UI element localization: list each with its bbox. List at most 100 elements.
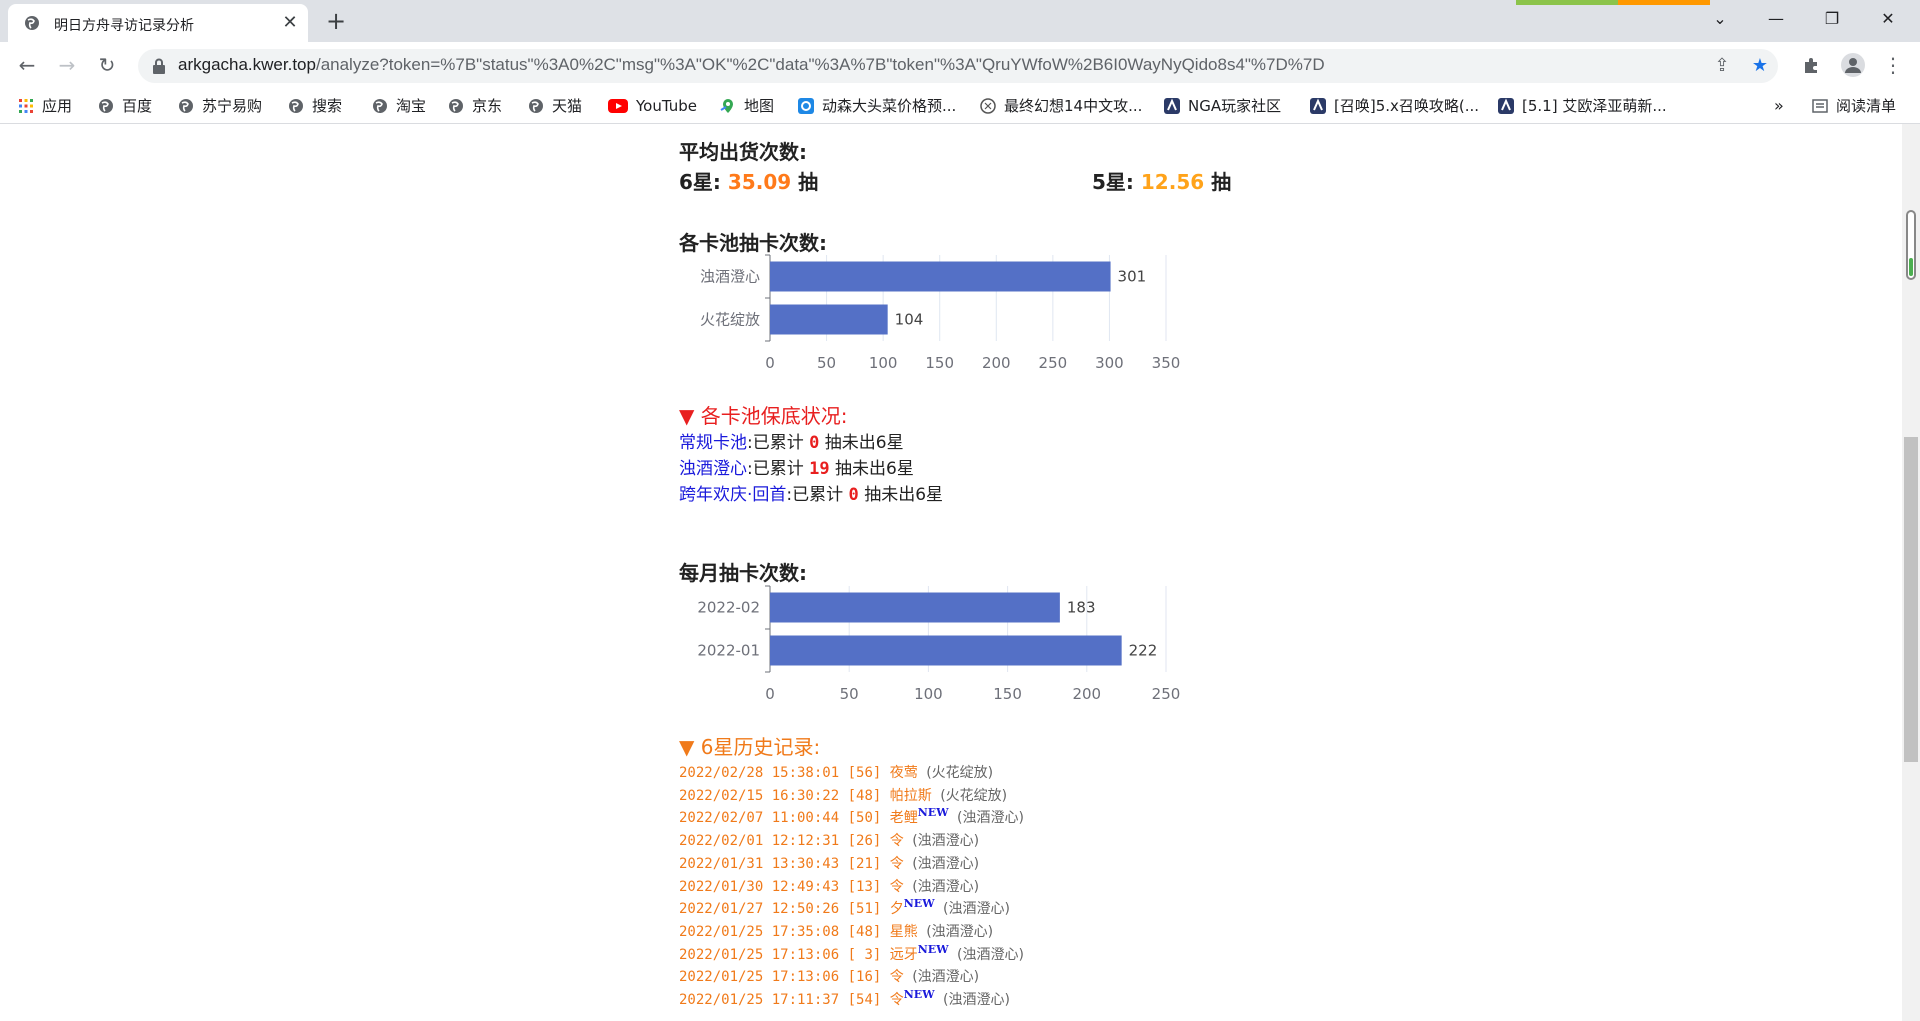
bookmark-eorzea[interactable]: [5.1] 艾欧泽亚萌新... (1498, 96, 1667, 116)
globe-icon (25, 16, 39, 30)
youtube-icon (608, 99, 628, 113)
url-path: /analyze?token=%7B"status"%3A0%2C"msg"%3… (315, 55, 1325, 74)
pity-count: 0 (809, 433, 820, 453)
share-icon[interactable]: ⇪ (1710, 54, 1734, 78)
bookmark-label: NGA玩家社区 (1188, 97, 1282, 115)
globe-icon (289, 99, 303, 113)
bookmark-maps[interactable]: 地图 (720, 96, 774, 116)
avg-six-label: 6星: (679, 170, 721, 194)
bookmark-label: 应用 (42, 97, 73, 115)
bookmark-label: [召唤]5.x召唤攻略(... (1334, 97, 1480, 115)
history-time: 2022/02/15 16:30:22 (679, 787, 840, 804)
globe-icon (529, 99, 543, 113)
bookmarks-bar: 应用 百度 苏宁易购 搜索 淘宝 京东 天猫 YouTube 地图 动森大头菜价… (0, 88, 1920, 124)
history-pool: (浊酒澄心) (912, 969, 980, 986)
bookmark-ff14[interactable]: 最终幻想14中文攻... (980, 96, 1142, 116)
bookmark-label: 搜索 (312, 97, 343, 115)
bookmark-search[interactable]: 搜索 (288, 96, 342, 116)
bookmark-tmall[interactable]: 天猫 (528, 96, 582, 116)
value-label: 222 (1129, 642, 1158, 660)
bar[interactable] (770, 635, 1122, 666)
profile-avatar-icon[interactable] (1838, 50, 1868, 80)
bookmark-youtube[interactable]: YouTube (608, 96, 697, 116)
history-row: 2022/02/01 12:12:31 [26] 令 (浊酒澄心) (679, 829, 979, 850)
pity-row: 常规卡池:已累计 0 抽未出6星 (679, 428, 904, 453)
extensions-puzzle-icon[interactable] (1797, 50, 1827, 80)
maps-icon (720, 99, 733, 113)
back-arrow-icon[interactable]: ← (12, 50, 42, 80)
pool-pulls-bar-chart: 浊酒澄心 301 火花绽放 104 0 50 100 150 200 250 300 350 (700, 254, 1181, 372)
bookmark-apps[interactable]: 应用 (18, 96, 72, 116)
minimize-button[interactable]: — (1748, 0, 1804, 38)
avg-five-star: 5星: 12.56 抽 (1092, 166, 1231, 195)
avg-six-star: 6星: 35.09 抽 (679, 166, 818, 195)
bookmark-jd[interactable]: 京东 (448, 96, 502, 116)
new-tab-button[interactable]: + (322, 8, 350, 36)
bookmark-label: YouTube (636, 97, 697, 115)
history-pool: (火花绽放) (926, 765, 994, 781)
bookmark-label: [5.1] 艾欧泽亚萌新... (1522, 97, 1667, 115)
history-pull-count: [16] (847, 969, 882, 986)
value-label: 104 (895, 311, 924, 329)
forward-arrow-icon[interactable]: → (52, 50, 82, 80)
pity-row: 跨年欢庆·回首:已累计 0 抽未出6星 (679, 480, 943, 505)
bookmark-icon (1498, 98, 1514, 114)
history-pool: (火花绽放) (940, 787, 1008, 804)
pity-pool-name: 常规卡池 (679, 433, 747, 453)
history-row: 2022/01/25 17:35:08 [48] 星熊 (浊酒澄心) (679, 920, 993, 941)
scrollbar-thumb[interactable] (1904, 437, 1918, 762)
tab-search-chevron-down-icon[interactable]: ⌄ (1692, 0, 1748, 38)
bar[interactable] (770, 304, 888, 335)
menu-kebab-icon[interactable]: ⋮ (1878, 50, 1908, 80)
globe-icon (373, 99, 387, 113)
tab-strip: 明日方舟寻访记录分析 ✕ + ⌄ — ❐ ✕ (0, 0, 1920, 42)
bookmark-label: 地图 (744, 97, 775, 115)
value-label: 183 (1067, 599, 1096, 617)
history-row: 2022/02/07 11:00:44 [50] 老鲤NEW (浊酒澄心) (679, 806, 1024, 827)
pity-pool-name: 跨年欢庆·回首 (679, 485, 787, 505)
x-tick-label: 350 (1152, 354, 1181, 372)
more-bookmarks-chevron-icon[interactable]: » (1774, 96, 1784, 116)
history-row: 2022/01/30 12:49:43 [13] 令 (浊酒澄心) (679, 875, 979, 896)
history-title[interactable]: ▼ 6星历史记录: (679, 731, 820, 760)
bookmark-star-icon[interactable]: ★ (1748, 54, 1772, 78)
bookmark-nga[interactable]: NGA玩家社区 (1164, 96, 1281, 116)
x-tick-label: 50 (840, 685, 859, 703)
bookmark-baidu[interactable]: 百度 (98, 96, 152, 116)
avg-five-value: 12.56 (1140, 170, 1205, 194)
history-pull-count: [ 3] (847, 946, 882, 963)
bookmark-label: 淘宝 (396, 97, 427, 115)
bookmark-suning[interactable]: 苏宁易购 (178, 96, 262, 116)
reload-icon[interactable]: ↻ (92, 50, 122, 80)
restore-button[interactable]: ❐ (1804, 0, 1860, 38)
close-icon[interactable]: ✕ (278, 11, 302, 35)
bookmark-icon (1310, 98, 1326, 114)
history-row: 2022/01/31 13:30:43 [21] 令 (浊酒澄心) (679, 852, 979, 873)
bookmark-summon-guide[interactable]: [召唤]5.x召唤攻略(... (1310, 96, 1479, 116)
category-label: 2022-02 (697, 599, 760, 617)
new-badge: NEW (903, 988, 935, 1001)
history-pull-count: [26] (847, 833, 882, 850)
avg-title: 平均出货次数: (679, 140, 807, 164)
history-operator: 夕 (889, 901, 904, 918)
history-pull-count: [48] (847, 923, 882, 940)
history-time: 2022/01/25 17:35:08 (679, 923, 840, 940)
window-close-button[interactable]: ✕ (1860, 0, 1916, 38)
address-bar[interactable]: arkgacha.kwer.top/analyze?token=%7B"stat… (138, 49, 1778, 83)
pity-title[interactable]: ▼ 各卡池保底状况: (679, 400, 847, 429)
bar[interactable] (770, 592, 1060, 623)
lock-icon (153, 58, 165, 74)
bookmark-acnh[interactable]: 动森大头菜价格预... (798, 96, 956, 116)
x-tick-label: 250 (1152, 685, 1181, 703)
x-tick-label: 150 (925, 354, 954, 372)
browser-tab[interactable]: 明日方舟寻访记录分析 ✕ (8, 4, 308, 42)
bookmark-label: 百度 (122, 97, 153, 115)
reading-list-button[interactable]: 阅读清单 (1812, 96, 1896, 116)
bookmark-icon (1164, 98, 1180, 114)
bar[interactable] (770, 261, 1111, 292)
bookmark-icon (798, 98, 814, 114)
history-pool: (浊酒澄心) (912, 878, 980, 895)
bookmark-taobao[interactable]: 淘宝 (372, 96, 426, 116)
history-pool: (浊酒澄心) (912, 833, 980, 850)
x-tick-label: 150 (993, 685, 1022, 703)
